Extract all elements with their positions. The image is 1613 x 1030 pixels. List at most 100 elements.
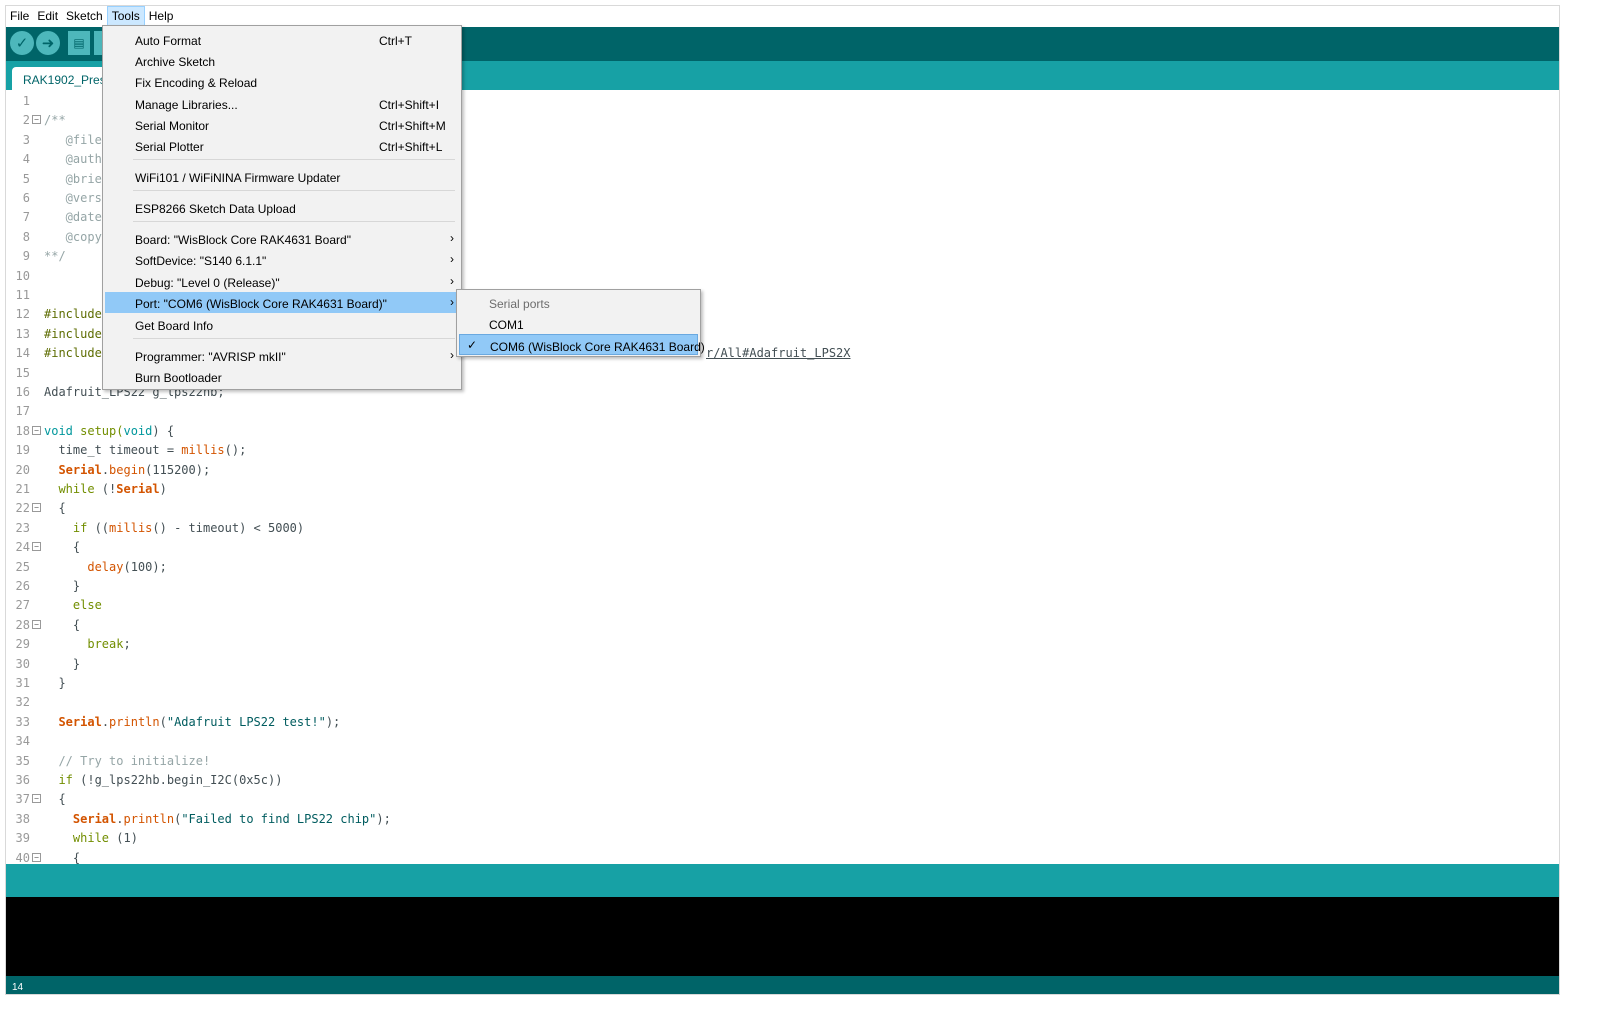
check-icon: ✓: [15, 34, 29, 52]
footer-bar: 14: [6, 976, 1559, 994]
fold-icon[interactable]: −: [32, 115, 41, 125]
line-number: 22: [15, 501, 30, 516]
code-text: }: [44, 676, 66, 690]
fold-icon[interactable]: −: [32, 425, 41, 435]
menu-sketch[interactable]: Sketch: [62, 6, 107, 27]
code-text: {: [44, 617, 81, 632]
menu-item-shortcut: Ctrl+Shift+L: [379, 140, 443, 154]
chevron-right-icon: ›: [450, 348, 454, 362]
menu-item-firmware-updater[interactable]: WiFi101 / WiFiNINA Firmware Updater: [105, 166, 459, 187]
code-token: "Failed to find LPS22 chip": [181, 811, 377, 826]
code-token: while: [58, 482, 95, 496]
line-number: 2: [22, 113, 30, 128]
menu-item-label: Auto Format: [135, 34, 202, 48]
menu-item-label: Debug: "Level 0 (Release)": [135, 276, 280, 290]
line-number: 4: [22, 152, 30, 167]
menu-item-get-board-info[interactable]: Get Board Info: [105, 314, 459, 335]
fold-icon[interactable]: −: [32, 542, 41, 552]
code-text: @brie: [44, 171, 102, 186]
line-number: 16: [15, 385, 30, 399]
line-number: 36: [15, 773, 30, 787]
upload-button[interactable]: ➜: [36, 31, 60, 55]
fold-icon[interactable]: −: [32, 794, 41, 804]
new-sketch-button[interactable]: ▤: [68, 31, 90, 55]
code-token: if: [72, 520, 88, 535]
menu-item-archive-sketch[interactable]: Archive Sketch: [105, 50, 459, 71]
menu-item-auto-format[interactable]: Auto Format Ctrl+T: [105, 29, 459, 50]
code-token: Serial: [116, 482, 160, 496]
line-number: 11: [15, 288, 30, 302]
line-number: 13: [15, 326, 30, 341]
code-token: "Adafruit LPS22 test!": [166, 714, 326, 729]
menu-item-manage-libraries[interactable]: Manage Libraries... Ctrl+Shift+I: [105, 93, 459, 114]
code-token: Serial: [58, 714, 102, 729]
line-number: 26: [15, 579, 30, 593]
menu-item-debug[interactable]: Debug: "Level 0 (Release)" ›: [105, 271, 459, 292]
code-token: else: [72, 598, 102, 613]
fold-icon[interactable]: −: [32, 503, 41, 513]
code-text: #include: [44, 326, 102, 341]
fold-icon[interactable]: −: [32, 619, 41, 629]
code-text: {: [44, 540, 81, 555]
port-item-com6[interactable]: ✓ COM6 (WisBlock Core RAK4631 Board): [459, 334, 705, 355]
menu-item-burn-bootloader[interactable]: Burn Bootloader: [105, 366, 459, 387]
line-number: 20: [15, 462, 30, 477]
chevron-right-icon: ›: [450, 295, 454, 309]
code-text: #include: [44, 307, 102, 322]
code-text: // Try to initialize!: [44, 753, 211, 768]
menu-item-serial-plotter[interactable]: Serial Plotter Ctrl+Shift+L: [105, 135, 459, 156]
menu-separator: [133, 159, 455, 160]
code-token: (100);: [123, 559, 167, 574]
code-text: @copy: [44, 229, 102, 244]
code-token: .: [116, 811, 124, 826]
code-token: Serial: [72, 811, 117, 826]
menu-item-fix-encoding[interactable]: Fix Encoding & Reload: [105, 71, 459, 92]
menu-item-label: WiFi101 / WiFiNINA Firmware Updater: [135, 171, 341, 185]
line-number: 33: [15, 714, 30, 729]
menu-edit[interactable]: Edit: [33, 6, 62, 27]
code-text: }: [44, 656, 81, 671]
line-number: 7: [22, 210, 30, 225]
menu-item-label: Get Board Info: [135, 319, 214, 333]
menu-item-label: ESP8266 Sketch Data Upload: [135, 202, 296, 216]
menu-file[interactable]: File: [6, 6, 33, 27]
console-output[interactable]: [6, 897, 1559, 976]
code-token: millis: [109, 520, 153, 535]
code-token: millis: [181, 443, 225, 458]
code-token: );: [376, 811, 391, 826]
menu-help[interactable]: Help: [145, 6, 178, 27]
port-item-label: COM1: [489, 318, 524, 332]
line-number: 21: [15, 482, 30, 496]
code-text: #include: [44, 346, 102, 361]
code-text: {: [44, 850, 81, 864]
menu-item-programmer[interactable]: Programmer: "AVRISP mkII" ›: [105, 345, 459, 366]
port-item-com1[interactable]: COM1: [459, 313, 698, 334]
code-token: setup(: [72, 423, 124, 438]
code-token: ) {: [152, 423, 175, 438]
menu-item-port[interactable]: Port: "COM6 (WisBlock Core RAK4631 Board…: [105, 292, 459, 313]
menu-item-label: Serial Monitor: [135, 119, 210, 133]
menu-tools[interactable]: Tools: [106, 6, 145, 27]
chevron-right-icon: ›: [450, 274, 454, 288]
chevron-right-icon: ›: [450, 252, 454, 266]
line-number: 19: [15, 443, 30, 458]
code-token: ;: [123, 637, 131, 652]
menu-item-label: Board: "WisBlock Core RAK4631 Board": [135, 233, 351, 247]
menu-item-serial-monitor[interactable]: Serial Monitor Ctrl+Shift+M: [105, 114, 459, 135]
menu-item-softdevice[interactable]: SoftDevice: "S140 6.1.1" ›: [105, 249, 459, 270]
code-token: .: [101, 462, 110, 477]
code-token: void: [44, 423, 73, 438]
code-token: void: [123, 423, 153, 438]
menu-item-esp8266-upload[interactable]: ESP8266 Sketch Data Upload: [105, 197, 459, 218]
code-text: /**: [44, 113, 66, 128]
menu-item-label: Archive Sketch: [135, 55, 216, 69]
menu-item-board[interactable]: Board: "WisBlock Core RAK4631 Board" ›: [105, 228, 459, 249]
code-token: Serial: [58, 462, 102, 477]
library-link[interactable]: r/All#Adafruit_LPS2X: [706, 346, 851, 360]
verify-button[interactable]: ✓: [10, 31, 34, 55]
fold-icon[interactable]: −: [32, 852, 41, 862]
